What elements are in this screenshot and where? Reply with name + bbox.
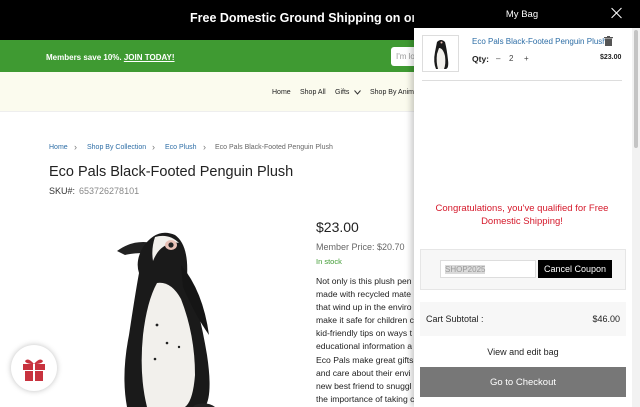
cart-title: My Bag xyxy=(505,9,539,20)
subtotal-label: Cart Subtotal : xyxy=(426,314,484,324)
qty-label: Qty: xyxy=(472,54,489,64)
coupon-section: SHOP2025 Cancel Coupon xyxy=(420,249,626,290)
scrollbar-thumb[interactable] xyxy=(634,30,638,148)
coupon-input[interactable]: SHOP2025 xyxy=(440,260,536,278)
coupon-code: SHOP2025 xyxy=(445,265,486,274)
gift-icon xyxy=(23,359,45,381)
description-line: kid-friendly tips on ways t xyxy=(316,328,412,339)
divider xyxy=(422,80,622,81)
sku-value: 653726278101 xyxy=(79,186,140,196)
product-title: Eco Pals Black-Footed Penguin Plush xyxy=(49,164,294,180)
close-icon[interactable] xyxy=(610,6,624,20)
product-description: Not only is this plush pen made with rec… xyxy=(316,275,414,407)
join-today-link[interactable]: JOIN TODAY! xyxy=(124,53,175,62)
trash-icon[interactable] xyxy=(604,36,613,46)
cart-drawer: My Bag Eco Pals Black-Footed Penguin Plu… xyxy=(414,0,640,407)
member-price: Member Price: $20.70 xyxy=(316,242,405,252)
breadcrumb-separator: › xyxy=(74,142,77,152)
description-line: the importance of taking c xyxy=(316,393,414,404)
free-shipping-message: Congratulations, you've qualified for Fr… xyxy=(435,203,609,227)
description-line: and care about their envi xyxy=(316,367,411,378)
view-edit-bag-link[interactable]: View and edit bag xyxy=(414,347,632,357)
product-image[interactable] xyxy=(95,225,255,407)
breadcrumb-eco-plush[interactable]: Eco Plush xyxy=(165,144,197,151)
description-line: educational information a xyxy=(316,341,413,352)
product-price: $23.00 xyxy=(316,219,359,235)
nav-item-shop-by-animal[interactable]: Shop By Anima xyxy=(370,89,418,96)
stock-status: In stock xyxy=(316,257,342,266)
qty-increase-button[interactable]: + xyxy=(524,54,529,63)
description-line: Eco Pals make great gifts xyxy=(316,354,414,365)
description-line: Not only is this plush pen xyxy=(316,276,412,286)
qty-value[interactable]: 2 xyxy=(509,54,513,63)
cart-header: My Bag xyxy=(414,0,640,28)
nav-item-gifts[interactable]: Gifts xyxy=(335,89,349,96)
members-text: Members save 10%. xyxy=(46,53,122,62)
breadcrumb-shop-by-collection[interactable]: Shop By Collection xyxy=(87,144,146,151)
qty-decrease-button[interactable]: – xyxy=(496,54,500,63)
breadcrumb-separator: › xyxy=(152,142,155,152)
cart-item-price: $23.00 xyxy=(600,54,622,61)
cancel-coupon-button[interactable]: Cancel Coupon xyxy=(538,260,612,278)
description-line: that wind up in the enviro xyxy=(316,302,412,313)
page: Free Domestic Ground Shipping on orders … xyxy=(0,0,640,407)
breadcrumb-home[interactable]: Home xyxy=(49,144,68,151)
chevron-down-icon[interactable] xyxy=(354,90,361,95)
nav-item-home[interactable]: Home xyxy=(272,89,291,96)
description-line: made with recycled mate xyxy=(316,289,412,300)
breadcrumb-separator: › xyxy=(203,142,206,152)
description-line: new best friend to snuggl xyxy=(316,380,412,391)
nav-item-shop-all[interactable]: Shop All xyxy=(300,89,326,96)
description-line: make it safe for children c xyxy=(316,315,414,326)
members-message: Members save 10%. JOIN TODAY! xyxy=(46,53,175,62)
gift-button[interactable] xyxy=(11,345,57,391)
cart-item-name[interactable]: Eco Pals Black-Footed Penguin Plush xyxy=(472,37,607,46)
checkout-button[interactable]: Go to Checkout xyxy=(420,367,626,397)
cart-item-thumbnail[interactable] xyxy=(422,35,459,72)
sku-label: SKU#: xyxy=(49,186,76,196)
subtotal-section: Cart Subtotal : $46.00 xyxy=(420,302,626,336)
breadcrumb-current: Eco Pals Black-Footed Penguin Plush xyxy=(215,144,333,151)
sku: SKU#: 653726278101 xyxy=(49,186,139,196)
subtotal-value: $46.00 xyxy=(592,314,620,324)
